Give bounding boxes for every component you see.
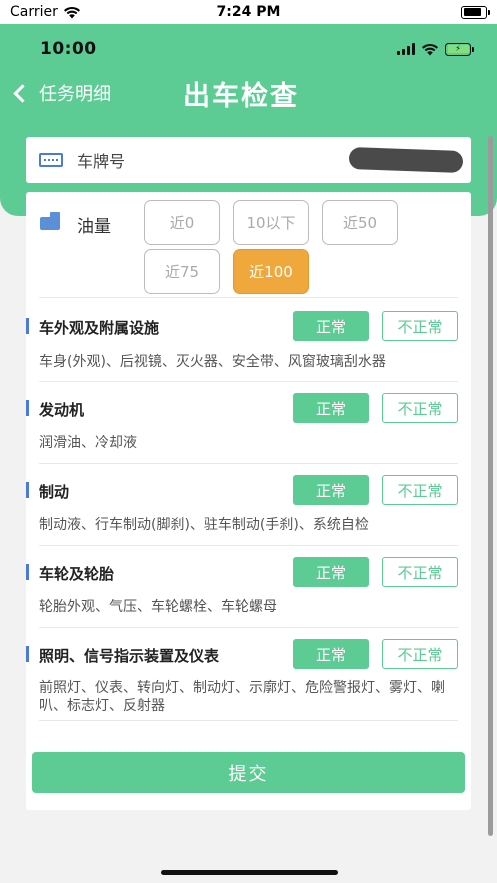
abnormal-button[interactable]: 不正常 — [382, 393, 458, 423]
wifi-icon — [63, 6, 80, 18]
normal-button[interactable]: 正常 — [293, 557, 369, 587]
check-section: 照明、信号指示装置及仪表 正常 不正常 前照灯、仪表、转向灯、制动灯、示廓灯、危… — [26, 627, 471, 721]
check-section: 车外观及附属设施 正常 不正常 车身(外观)、后视镜、灭火器、安全带、风窗玻璃刮… — [26, 297, 471, 379]
normal-button[interactable]: 正常 — [293, 475, 369, 505]
scrollbar[interactable] — [488, 136, 493, 836]
abnormal-button[interactable]: 不正常 — [382, 557, 458, 587]
fuel-option-3[interactable]: 近75 — [144, 249, 220, 294]
carrier-label: Carrier — [10, 4, 58, 20]
app-status-bar: 10:00 ⚡ — [0, 32, 497, 66]
divider — [39, 297, 458, 298]
chevron-left-icon — [13, 83, 32, 103]
section-title: 制动 — [39, 483, 70, 501]
navigation-bar: 任务明细 出车检查 — [0, 68, 497, 118]
license-plate-row[interactable]: 车牌号 — [26, 137, 471, 183]
cellular-signal-icon — [397, 43, 415, 55]
divider — [39, 720, 458, 721]
home-indicator[interactable] — [161, 870, 338, 875]
section-accent-bar — [26, 646, 29, 662]
section-accent-bar — [26, 318, 29, 334]
charging-bolt-icon: ⚡ — [447, 45, 469, 53]
fuel-option-2[interactable]: 近50 — [322, 200, 398, 245]
app-clock: 10:00 — [40, 39, 97, 59]
inspection-card: 油量 近0 10以下 近50 近75 近100 车外观及附属设施 正常 不正常 … — [26, 192, 471, 810]
section-description: 轮胎外观、气压、车轮螺栓、车轮螺母 — [39, 599, 277, 615]
fuel-icon — [40, 212, 62, 230]
section-title: 发动机 — [39, 401, 85, 419]
submit-button[interactable]: 提交 — [32, 752, 465, 793]
abnormal-button[interactable]: 不正常 — [382, 311, 458, 341]
simulator-status-bar: Carrier 7:24 PM — [0, 0, 497, 24]
section-accent-bar — [26, 564, 29, 580]
battery-icon — [461, 5, 490, 19]
license-plate-label: 车牌号 — [77, 152, 126, 171]
page-title: 出车检查 — [183, 81, 299, 112]
charging-battery-icon: ⚡ — [445, 42, 474, 56]
normal-button[interactable]: 正常 — [293, 393, 369, 423]
fuel-level-label: 油量 — [77, 217, 111, 237]
wifi-icon — [422, 43, 438, 55]
divider — [39, 381, 458, 382]
check-section: 车轮及轮胎 正常 不正常 轮胎外观、气压、车轮螺栓、车轮螺母 — [26, 545, 471, 627]
back-label: 任务明细 — [39, 84, 111, 105]
section-title: 车轮及轮胎 — [39, 565, 115, 583]
fuel-option-1[interactable]: 10以下 — [233, 200, 309, 245]
divider — [39, 545, 458, 546]
fuel-option-0[interactable]: 近0 — [144, 200, 220, 245]
fuel-option-4[interactable]: 近100 — [233, 249, 309, 294]
abnormal-button[interactable]: 不正常 — [382, 639, 458, 669]
check-section: 制动 正常 不正常 制动液、行车制动(脚刹)、驻车制动(手刹)、系统自检 — [26, 463, 471, 545]
abnormal-button[interactable]: 不正常 — [382, 475, 458, 505]
section-description: 前照灯、仪表、转向灯、制动灯、示廓灯、危险警报灯、雾灯、喇叭、标志灯、反射器 — [39, 680, 445, 714]
divider — [39, 463, 458, 464]
section-accent-bar — [26, 482, 29, 498]
section-title: 车外观及附属设施 — [39, 319, 160, 337]
section-description: 润滑油、冷却液 — [39, 435, 137, 451]
divider — [39, 627, 458, 628]
section-title: 照明、信号指示装置及仪表 — [39, 647, 220, 665]
normal-button[interactable]: 正常 — [293, 311, 369, 341]
section-description: 制动液、行车制动(脚刹)、驻车制动(手刹)、系统自检 — [39, 517, 369, 533]
app-status-icons: ⚡ — [397, 42, 474, 56]
check-section: 发动机 正常 不正常 润滑油、冷却液 — [26, 381, 471, 463]
normal-button[interactable]: 正常 — [293, 639, 369, 669]
fuel-level-group: 油量 近0 10以下 近50 近75 近100 — [26, 192, 471, 297]
license-plate-value-redacted — [348, 147, 464, 173]
license-plate-icon — [39, 153, 63, 167]
back-button[interactable]: 任务明细 — [10, 80, 111, 106]
section-accent-bar — [26, 400, 29, 416]
carrier-group: Carrier — [10, 4, 81, 20]
section-description: 车身(外观)、后视镜、灭火器、安全带、风窗玻璃刮水器 — [39, 354, 386, 370]
